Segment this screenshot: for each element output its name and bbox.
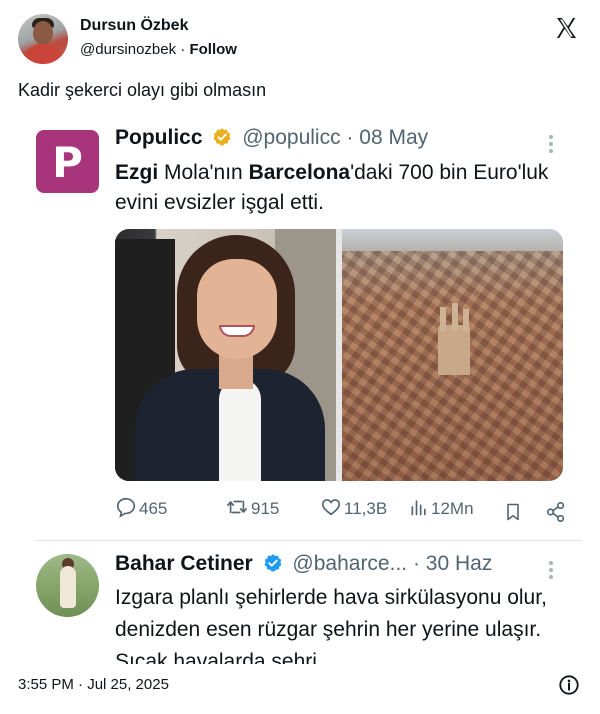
reply-author-name[interactable]: Bahar Cetiner (115, 552, 253, 575)
more-options-icon[interactable] (548, 134, 554, 154)
bookmark-icon[interactable] (503, 498, 523, 526)
author-avatar[interactable] (18, 14, 68, 64)
reply-tweet[interactable]: Bahar Cetiner @baharce... · 30 Haz Izgar… (18, 544, 582, 664)
views-button[interactable]: 12Mn (409, 496, 474, 524)
verified-blue-icon (264, 554, 282, 572)
photo-barcelona-aerial[interactable] (342, 229, 563, 481)
tweet-footer: 3:55 PM · Jul 25, 2025 (0, 664, 600, 714)
retweet-button[interactable]: 915 (225, 496, 279, 524)
reply-text: Izgara planlı şehirlerde hava sirkülasyo… (115, 586, 547, 664)
quote-author-name[interactable]: Populicc (115, 126, 203, 149)
timestamp[interactable]: 3:55 PM · Jul 25, 2025 (18, 676, 169, 693)
reply-header: Bahar Cetiner @baharce... · 30 Haz (115, 552, 492, 576)
quoted-tweet[interactable]: P Populicc @populicc · 08 May Ezgi Mola'… (18, 112, 582, 538)
separator: · (180, 41, 186, 58)
author-handle-line: @dursinozbek · Follow (80, 41, 237, 58)
quote-text: Ezgi Mola'nın Barcelona'daki 700 bin Eur… (115, 161, 549, 214)
quote-author-handle[interactable]: @populicc (242, 126, 340, 149)
author-handle[interactable]: @dursinozbek (80, 41, 176, 58)
quote-header: Populicc @populicc · 08 May (115, 126, 428, 150)
reply-icon (116, 497, 136, 518)
heart-icon (321, 499, 341, 516)
share-icon[interactable] (545, 498, 567, 526)
populicc-logo[interactable]: P (36, 130, 99, 193)
reply-date[interactable]: · 30 Haz (413, 552, 492, 575)
follow-button[interactable]: Follow (189, 41, 237, 58)
tweet-header: Dursun Özbek @dursinozbek · Follow (18, 14, 582, 66)
quote-date[interactable]: · 08 May (346, 126, 428, 149)
info-icon[interactable] (558, 674, 580, 696)
reply-button[interactable]: 465 (115, 496, 167, 524)
divider (36, 540, 582, 541)
verified-gold-icon (213, 128, 231, 146)
quote-media[interactable] (115, 229, 563, 481)
photo-woman[interactable] (115, 229, 336, 481)
reply-author-avatar[interactable] (36, 554, 99, 617)
action-bar: 465 915 11,3B 12Mn (115, 496, 565, 524)
logo-letter: P (52, 138, 83, 187)
reply-author-handle[interactable]: @baharce... (292, 552, 407, 575)
more-options-icon[interactable] (548, 560, 554, 580)
like-button[interactable]: 11,3B (320, 496, 387, 524)
retweet-icon (227, 500, 247, 514)
author-name[interactable]: Dursun Özbek (80, 17, 188, 35)
tweet-text: Kadir şekerci olayı gibi olmasın (18, 80, 267, 100)
views-icon (411, 500, 426, 516)
x-logo-icon[interactable] (554, 16, 578, 40)
